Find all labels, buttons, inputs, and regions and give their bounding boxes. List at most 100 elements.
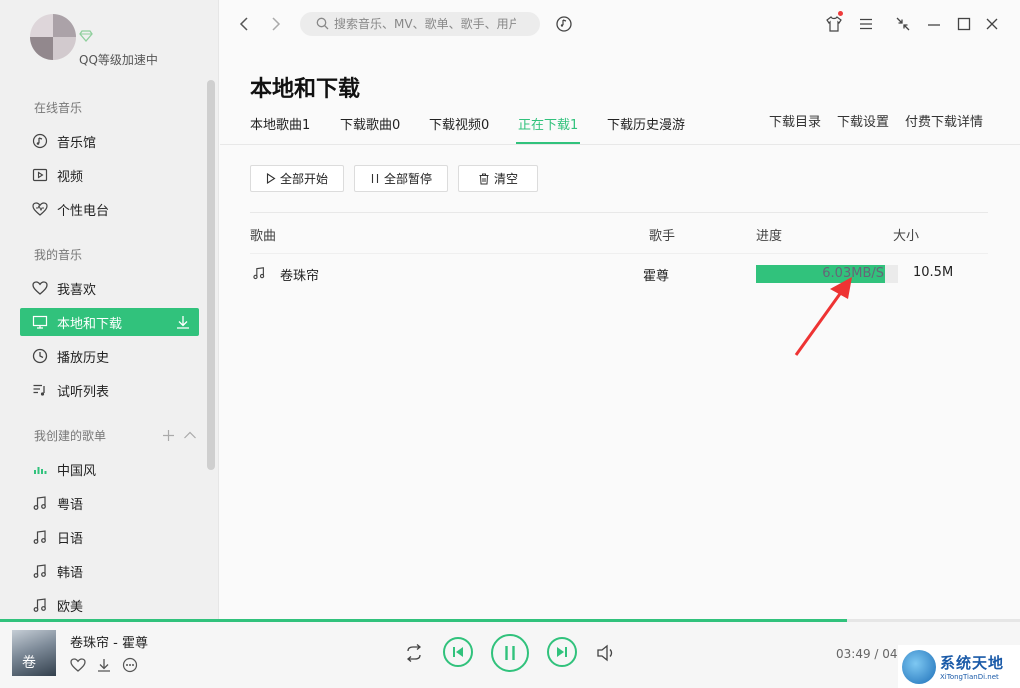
table-header-divider — [250, 253, 988, 254]
sidebar-playlist-cantonese[interactable]: 粤语 — [20, 489, 199, 517]
sidebar-item-label: 日语 — [57, 531, 84, 547]
watermark-title: 系统天地 — [940, 654, 1005, 672]
section-created-playlists: 我创建的歌单 — [34, 429, 107, 443]
pause-all-button[interactable]: 全部暂停 — [354, 165, 448, 192]
monitor-icon — [32, 314, 48, 330]
heart-icon[interactable] — [70, 657, 86, 677]
sidebar: QQ等级加速中 在线音乐 音乐馆 视频 个性电台 我的音乐 我喜欢 本地和下载 — [0, 0, 219, 620]
pause-all-label: 全部暂停 — [383, 172, 432, 186]
column-header-artist[interactable]: 歌手 — [649, 225, 675, 244]
search-box[interactable] — [300, 12, 540, 36]
now-playing-title[interactable]: 卷珠帘 - 霍尊 — [70, 632, 148, 651]
diamond-icon[interactable] — [79, 30, 93, 42]
sidebar-item-video[interactable]: 视频 — [20, 161, 199, 189]
skin-shirt-icon[interactable] — [824, 11, 844, 34]
annotation-arrow — [794, 277, 852, 356]
top-bar — [220, 0, 1020, 48]
minimize-icon[interactable] — [924, 14, 944, 34]
sidebar-item-label: 试听列表 — [57, 384, 110, 400]
playlist-icon — [32, 382, 48, 398]
sidebar-scrollbar[interactable] — [207, 80, 215, 470]
column-header-size[interactable]: 大小 — [893, 225, 919, 244]
repeat-icon[interactable] — [404, 644, 424, 666]
artist-name[interactable]: 霍尊 — [643, 265, 669, 284]
next-button[interactable] — [547, 637, 577, 667]
sidebar-playlist-western[interactable]: 欧美 — [20, 591, 199, 619]
radio-heart-icon — [32, 201, 48, 217]
search-input[interactable] — [316, 17, 516, 31]
tab-downloading[interactable]: 正在下载1 — [518, 114, 578, 133]
volume-icon[interactable] — [596, 644, 616, 666]
tab-local-songs[interactable]: 本地歌曲1 — [250, 114, 310, 133]
column-header-song[interactable]: 歌曲 — [250, 225, 276, 244]
playback-progress[interactable] — [0, 619, 1020, 622]
previous-button[interactable] — [443, 637, 473, 667]
sidebar-item-history[interactable]: 播放历史 — [20, 342, 199, 370]
mini-mode-icon[interactable] — [893, 14, 913, 34]
start-all-label: 全部开始 — [279, 172, 328, 186]
sidebar-item-favorites[interactable]: 我喜欢 — [20, 274, 199, 302]
tab-download-history[interactable]: 下载历史漫游 — [607, 114, 685, 133]
back-arrow-icon[interactable] — [234, 14, 254, 34]
music-note-icon — [32, 529, 48, 545]
pause-icon — [505, 646, 515, 660]
clock-icon — [32, 348, 48, 364]
next-icon — [557, 647, 567, 657]
user-status[interactable]: QQ等级加速中 — [79, 51, 158, 68]
sidebar-item-label: 本地和下载 — [57, 316, 123, 332]
play-icon — [266, 173, 276, 184]
avatar[interactable] — [30, 14, 76, 60]
start-all-button[interactable]: 全部开始 — [250, 165, 344, 192]
download-icon — [175, 314, 191, 334]
tabs-divider — [220, 144, 1020, 145]
collapse-chevron-icon[interactable] — [183, 428, 197, 446]
sidebar-item-label: 粤语 — [57, 497, 84, 513]
tab-downloaded-videos[interactable]: 下载视频0 — [429, 114, 489, 133]
equalizer-icon — [32, 461, 48, 477]
paid-download-details-link[interactable]: 付费下载详情 — [905, 111, 983, 130]
watermark: 系统天地 XiTongTianDi.net — [898, 645, 1020, 688]
previous-icon — [453, 647, 463, 657]
player-bar: 卷珠帘 - 霍尊 03:49 / 04:3 — [0, 619, 1020, 688]
download-icon[interactable] — [96, 657, 112, 677]
sidebar-item-music-hall[interactable]: 音乐馆 — [20, 127, 199, 155]
listen-recognize-icon[interactable] — [554, 14, 574, 34]
file-size: 10.5M — [913, 265, 954, 280]
download-settings-link[interactable]: 下载设置 — [837, 111, 889, 130]
sidebar-item-label: 欧美 — [57, 599, 84, 615]
pause-button[interactable] — [491, 634, 529, 672]
sidebar-playlist-chinese-style[interactable]: 中国风 — [20, 455, 199, 483]
sidebar-item-local-download[interactable]: 本地和下载 — [20, 308, 199, 336]
music-note-icon — [252, 266, 266, 284]
maximize-icon[interactable] — [954, 14, 974, 34]
sidebar-playlist-japanese[interactable]: 日语 — [20, 523, 199, 551]
music-note-icon — [32, 495, 48, 511]
watermark-url: XiTongTianDi.net — [940, 673, 999, 681]
tab-downloaded-songs[interactable]: 下载歌曲0 — [340, 114, 400, 133]
add-playlist-icon[interactable] — [162, 428, 175, 446]
album-cover[interactable] — [12, 630, 56, 676]
notification-dot — [838, 11, 843, 16]
sidebar-item-label: 韩语 — [57, 565, 84, 581]
sidebar-item-radio[interactable]: 个性电台 — [20, 195, 199, 223]
clear-button[interactable]: 清空 — [458, 165, 538, 192]
clear-label: 清空 — [493, 172, 518, 186]
heart-icon — [32, 280, 48, 296]
search-icon — [316, 17, 329, 30]
sidebar-item-label: 我喜欢 — [57, 282, 97, 298]
music-note-icon — [32, 563, 48, 579]
trash-icon — [479, 173, 489, 184]
more-icon[interactable] — [122, 657, 138, 677]
video-icon — [32, 167, 48, 183]
watermark-logo-icon — [902, 649, 936, 684]
sidebar-item-label: 视频 — [57, 169, 84, 185]
sidebar-item-trial-list[interactable]: 试听列表 — [20, 376, 199, 404]
sidebar-playlist-korean[interactable]: 韩语 — [20, 557, 199, 585]
close-icon[interactable] — [982, 14, 1002, 34]
column-header-progress[interactable]: 进度 — [756, 225, 782, 244]
song-title[interactable]: 卷珠帘 — [280, 265, 319, 284]
music-note-icon — [32, 597, 48, 613]
menu-icon[interactable] — [856, 14, 876, 34]
forward-arrow-icon[interactable] — [266, 14, 286, 34]
download-folder-link[interactable]: 下载目录 — [769, 111, 821, 130]
